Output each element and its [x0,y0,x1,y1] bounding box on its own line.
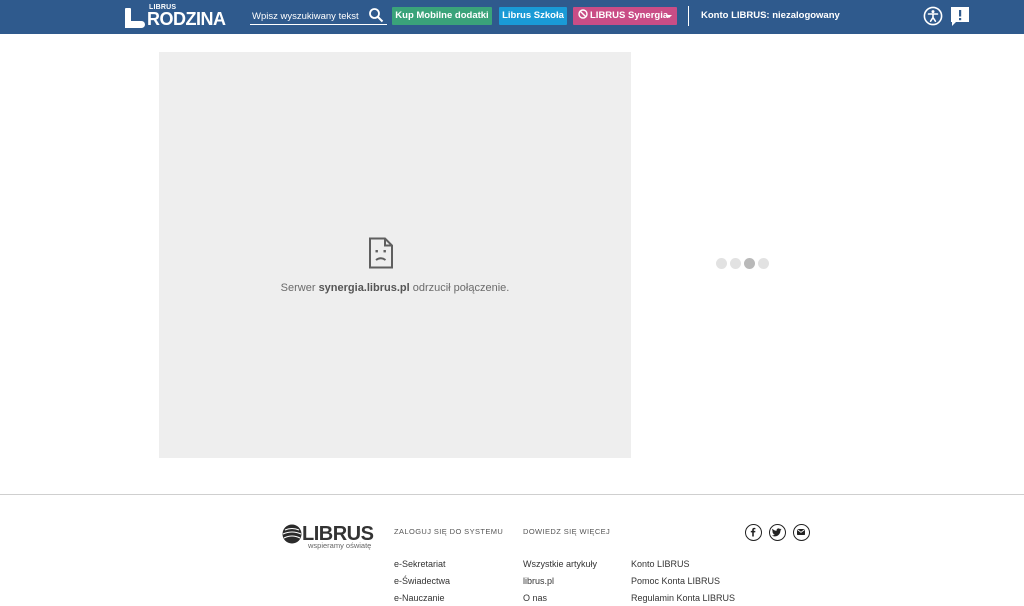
embedded-frame-error: Serwer synergia.librus.pl odrzucił połąc… [159,52,631,458]
footer-logo-tagline: wspieramy oświatę [308,541,372,550]
logo-main-text: RODZINA [147,9,226,29]
mail-icon[interactable] [793,524,810,541]
error-host: synergia.librus.pl [318,282,410,294]
footer-divider [0,494,1024,495]
search-box [250,7,387,25]
footer-heading-more: DOWIEDZ SIĘ WIĘCEJ [523,527,611,536]
footer-link-konto-terms[interactable]: Regulamin Konta LIBRUS [631,593,735,603]
connection-error-message: Serwer synergia.librus.pl odrzucił połąc… [280,282,510,294]
footer-link-konto-librus[interactable]: Konto LIBRUS [631,559,690,569]
sad-document-icon [368,237,394,269]
librus-synergia-dropdown[interactable]: LIBRUS Synergia [573,7,677,25]
account-status-link[interactable]: Konto LIBRUS: niezalogowany [701,10,840,21]
twitter-icon[interactable] [769,524,786,541]
footer-link-konto-help[interactable]: Pomoc Konta LIBRUS [631,576,720,586]
search-input[interactable] [252,9,368,23]
footer-heading-login: ZALOGUJ SIĘ DO SYSTEMU [394,527,504,536]
ban-icon [578,8,588,19]
top-bar: LIBRUS RODZINA Kup Mobilne dodatki Libru… [0,0,1024,34]
footer-link-all-articles[interactable]: Wszystkie artykuły [523,559,597,569]
accessibility-icon[interactable] [923,6,943,26]
facebook-icon[interactable] [745,524,762,541]
footer-link-about[interactable]: O nas [523,593,547,603]
librus-ball-icon [282,524,302,544]
footer-link-e-nauczanie[interactable]: e-Nauczanie [394,593,445,603]
synergia-label: LIBRUS Synergia [590,10,669,21]
chevron-down-icon [666,15,672,18]
footer-link-librus-pl[interactable]: librus.pl [523,576,554,586]
loading-dots [716,258,769,270]
buy-mobile-addons-button[interactable]: Kup Mobilne dodatki [392,7,492,25]
feedback-icon[interactable] [950,6,970,28]
header-divider [688,6,689,26]
librus-footer-logo[interactable]: LIBRUS wspieramy oświatę [282,522,382,552]
footer-link-e-sekretariat[interactable]: e-Sekretariat [394,559,446,569]
librus-logo-icon [125,8,145,28]
librus-rodzina-logo[interactable]: LIBRUS RODZINA [125,4,226,28]
librus-szkola-button[interactable]: Librus Szkoła [499,7,567,25]
search-icon[interactable] [368,7,384,23]
footer-link-e-swiadectwa[interactable]: e-Świadectwa [394,576,450,586]
